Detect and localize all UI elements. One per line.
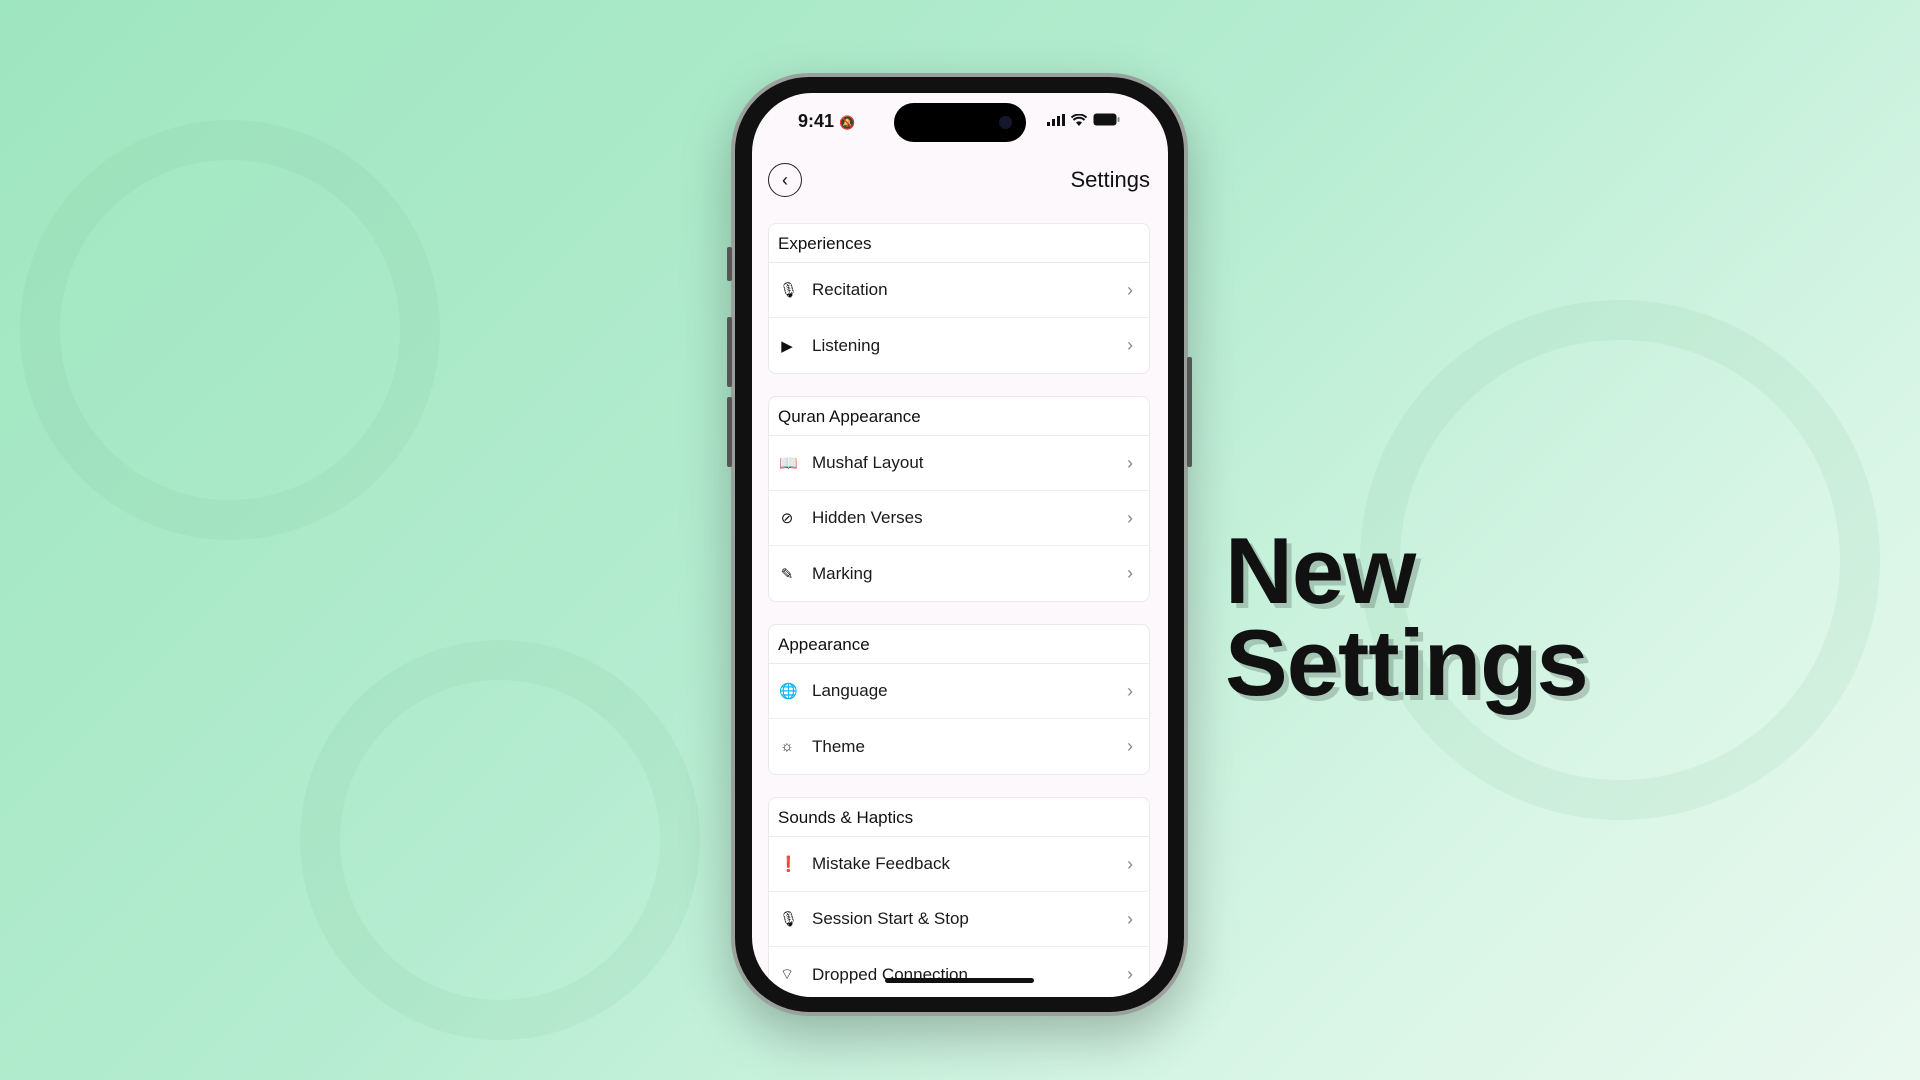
settings-item-label: Listening (812, 335, 881, 355)
section-quran-appearance: Quran Appearance 📖 Mushaf Layout › ⊘ Hidden… (768, 396, 1150, 602)
settings-item-hidden-verses[interactable]: ⊘ Hidden Verses › (769, 491, 1149, 546)
settings-item-dropped-connection[interactable]: ⌔ Dropped Connection › (769, 947, 1149, 997)
globe-icon: 🌐 (779, 683, 798, 700)
status-time-text: 9:41 (798, 111, 835, 131)
sun-icon: ☼ (780, 738, 794, 755)
wifi-slash-icon: ⌔ (779, 966, 795, 983)
volume-up-button (727, 317, 732, 387)
section-experiences: Experiences 🎙 Recitation › ▶ Listening › (768, 223, 1150, 374)
chevron-right-icon: › (1127, 964, 1133, 984)
home-indicator[interactable] (885, 978, 1034, 983)
settings-item-label: Recitation (812, 280, 888, 299)
settings-item-mushaf-layout[interactable]: 📖 Mushaf Layout › (769, 436, 1149, 491)
settings-item-recitation[interactable]: 🎙 Recitation › (769, 263, 1149, 318)
bell-slash-icon: 🔕 (839, 115, 856, 130)
settings-item-label: Session Start & Stop (812, 909, 969, 928)
section-sounds-haptics: Sounds & Haptics ❗ Mistake Feedback › 🎙 Ses… (768, 797, 1150, 997)
volume-down-button (727, 397, 732, 467)
status-time: 9:41 🔕 (798, 111, 855, 132)
phone-screen: 9:41 🔕 ‹ Settings Experiences 🎙 Recitatio… (752, 93, 1168, 997)
chevron-right-icon: › (1127, 853, 1133, 874)
settings-item-session-start-stop[interactable]: 🎙 Session Start & Stop › (769, 892, 1149, 947)
dynamic-island (894, 103, 1026, 142)
highlighter-icon: ✎ (780, 565, 794, 583)
settings-item-label: Theme (812, 736, 865, 756)
microphone-icon: 🎙 (779, 282, 799, 299)
headline: New Settings (1225, 518, 1825, 715)
signal-icon (1047, 113, 1065, 126)
play-icon: ▶ (781, 337, 793, 355)
chevron-right-icon: › (1127, 563, 1133, 583)
settings-item-label: Marking (812, 563, 873, 583)
settings-list: Experiences 🎙 Recitation › ▶ Listening › Qur… (768, 223, 1150, 997)
settings-item-listening[interactable]: ▶ Listening › (769, 318, 1149, 373)
settings-item-label: Hidden Verses (812, 508, 923, 527)
battery-icon (1093, 113, 1120, 126)
camera-icon (999, 116, 1012, 129)
power-button (1187, 357, 1192, 467)
section-title: Experiences (769, 224, 1149, 263)
chevron-right-icon: › (1127, 335, 1133, 355)
wifi-icon (1071, 113, 1087, 126)
back-button[interactable]: ‹ (768, 163, 802, 197)
section-title: Sounds & Haptics (769, 798, 1149, 837)
chevron-right-icon: › (1127, 680, 1133, 701)
chevron-left-icon: ‹ (782, 169, 788, 190)
chevron-right-icon: › (1127, 736, 1133, 756)
page-title: Settings (1070, 167, 1151, 192)
settings-item-label: Language (812, 681, 888, 700)
settings-item-language[interactable]: 🌐 Language › (769, 664, 1149, 719)
headline-line-1: New (1225, 518, 1416, 623)
exclamation-circle-icon: ❗ (779, 856, 798, 873)
chevron-right-icon: › (1127, 279, 1133, 300)
headline-line-2: Settings (1225, 610, 1589, 715)
mute-switch (727, 247, 732, 281)
background-pattern (300, 640, 700, 1040)
section-title: Appearance (769, 625, 1149, 664)
settings-item-label: Mushaf Layout (812, 453, 924, 472)
section-appearance: Appearance 🌐 Language › ☼ Theme › (768, 624, 1150, 775)
chevron-right-icon: › (1127, 507, 1133, 528)
book-stand-icon: 📖 (779, 455, 798, 472)
settings-item-marking[interactable]: ✎ Marking › (769, 546, 1149, 601)
settings-item-label: Mistake Feedback (812, 854, 950, 873)
microphone-icon: 🎙 (779, 911, 799, 928)
chevron-right-icon: › (1127, 908, 1133, 929)
status-icons (1047, 113, 1120, 126)
chevron-right-icon: › (1127, 452, 1133, 473)
background-pattern (20, 120, 440, 540)
settings-item-mistake-feedback[interactable]: ❗ Mistake Feedback › (769, 837, 1149, 892)
section-title: Quran Appearance (769, 397, 1149, 436)
settings-item-theme[interactable]: ☼ Theme › (769, 719, 1149, 774)
eye-slash-icon: ⊘ (780, 510, 794, 527)
